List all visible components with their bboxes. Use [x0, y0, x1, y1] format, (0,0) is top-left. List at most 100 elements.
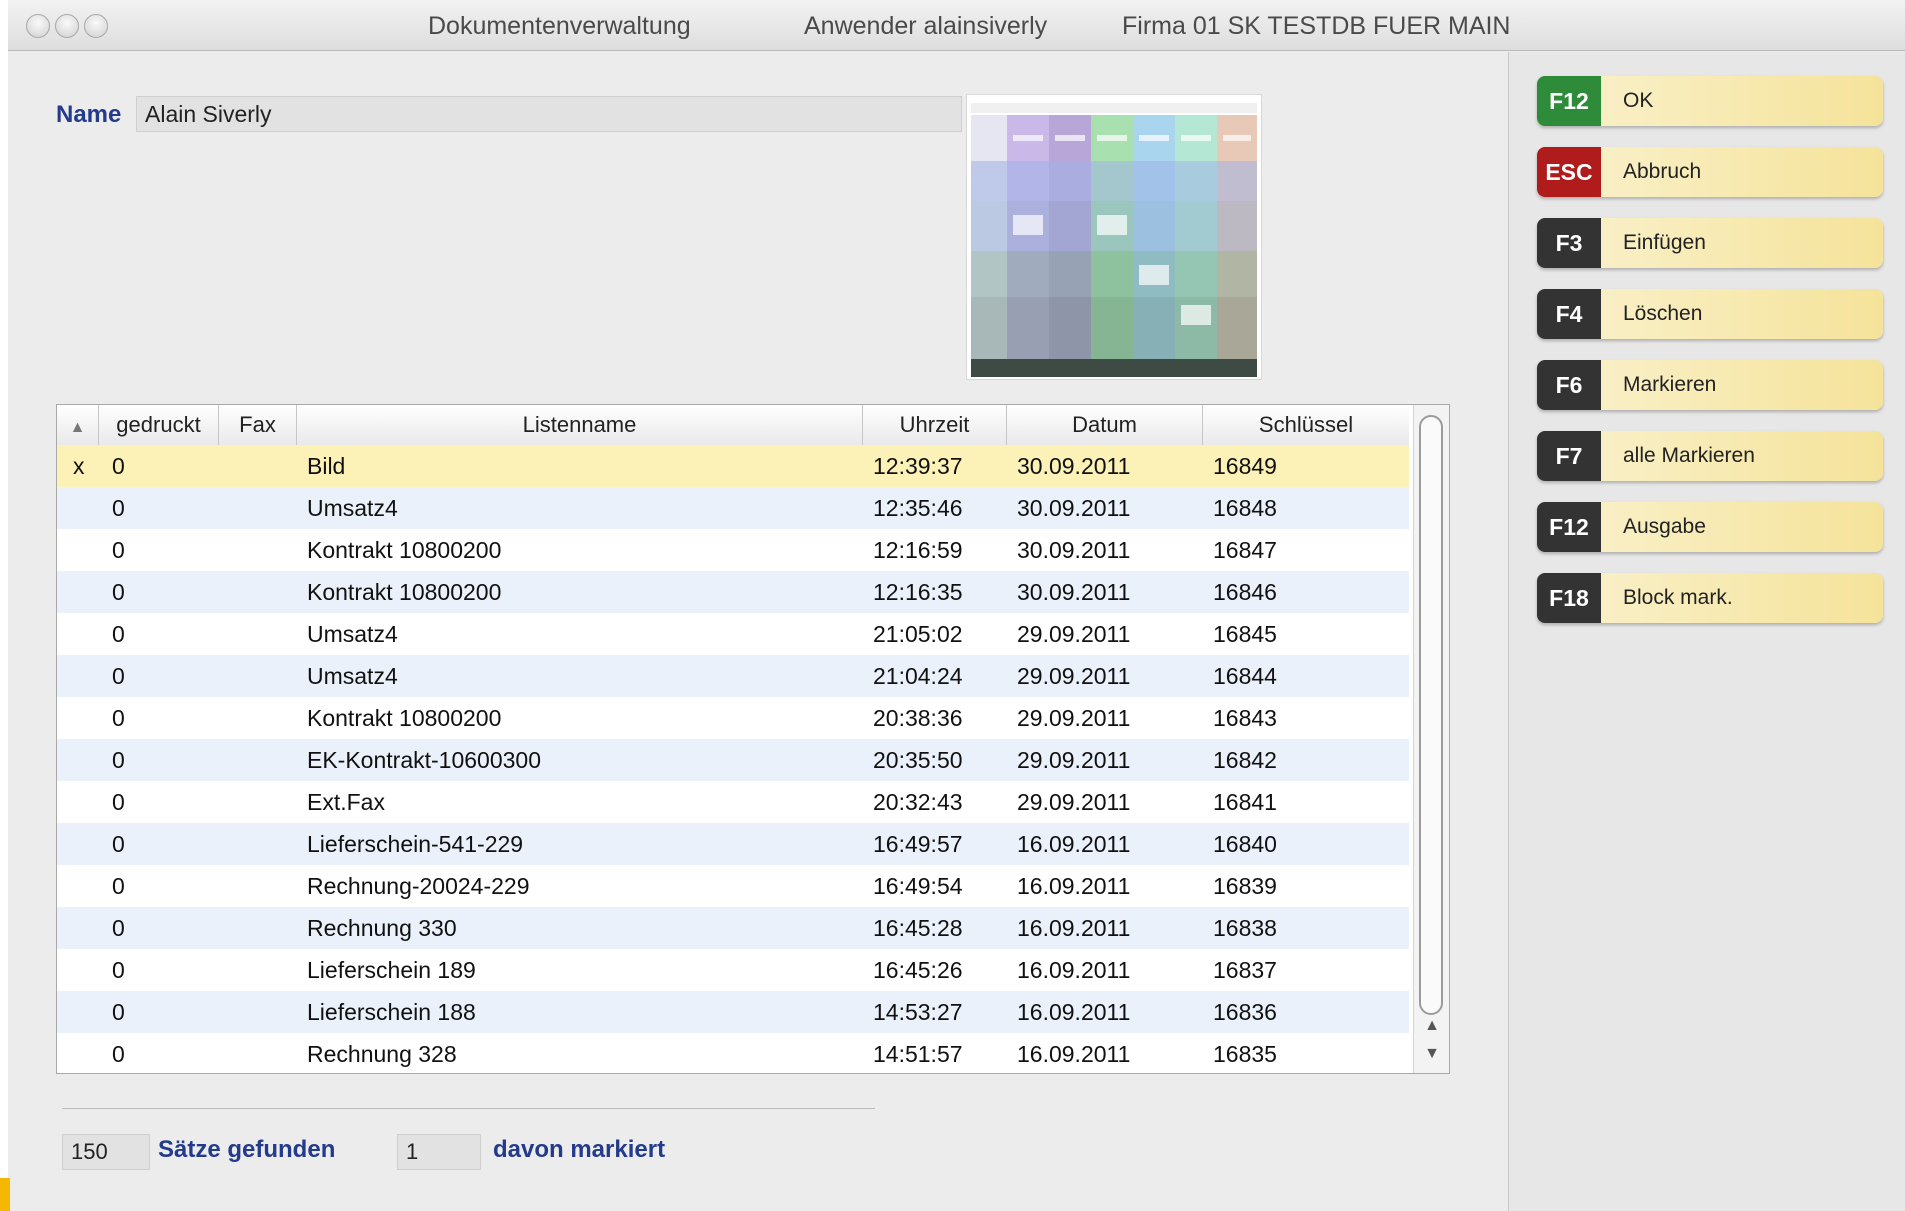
window-user: Anwender alainsiverly — [804, 12, 1048, 40]
name-field[interactable]: Alain Siverly — [136, 96, 962, 132]
cell-datum: 16.09.2011 — [1017, 1041, 1131, 1067]
function-button-alle-markieren[interactable]: F7 alle Markieren — [1537, 431, 1883, 481]
cell-uhrzeit: 21:04:24 — [873, 663, 963, 689]
table-row[interactable]: 0 Lieferschein 189 16:45:26 16.09.2011 16837 — [57, 949, 1409, 991]
scrollbar-thumb[interactable] — [1419, 415, 1443, 1015]
records-found-label: Sätze gefunden — [158, 1136, 336, 1163]
cell-listenname: Rechnung 330 — [307, 915, 457, 941]
table-row[interactable]: 0 Umsatz4 21:05:02 29.09.2011 16845 — [57, 613, 1409, 655]
col-header-datum[interactable]: Datum — [1007, 405, 1203, 445]
cell-datum: 29.09.2011 — [1017, 747, 1131, 773]
cell-uhrzeit: 20:35:50 — [873, 747, 963, 773]
table-row[interactable]: 0 EK-Kontrakt-10600300 20:35:50 29.09.2011 1… — [57, 739, 1409, 781]
function-button-markieren[interactable]: F6 Markieren — [1537, 360, 1883, 410]
cell-schluessel: 16838 — [1213, 915, 1277, 941]
table-row[interactable]: 0 Kontrakt 10800200 12:16:35 30.09.2011 1684… — [57, 571, 1409, 613]
cell-schluessel: 16835 — [1213, 1041, 1277, 1067]
cell-listenname: Lieferschein 188 — [307, 999, 476, 1025]
table-row[interactable]: 0 Lieferschein-541-229 16:49:57 16.09.2011 1… — [57, 823, 1409, 865]
records-marked-count: 1 — [397, 1134, 481, 1170]
zoom-window-button[interactable] — [84, 14, 108, 38]
cell-gedruckt: 0 — [112, 453, 125, 479]
records-found-count: 150 — [62, 1134, 150, 1170]
cell-schluessel: 16840 — [1213, 831, 1277, 857]
function-button-label: Block mark. — [1623, 586, 1733, 609]
table-row[interactable]: 0 Umsatz4 12:35:46 30.09.2011 16848 — [57, 487, 1409, 529]
corner-indicator — [0, 1178, 10, 1211]
cell-listenname: Lieferschein 189 — [307, 957, 476, 983]
cell-uhrzeit: 14:51:57 — [873, 1041, 963, 1067]
table-row[interactable]: 0 Umsatz4 21:04:24 29.09.2011 16844 — [57, 655, 1409, 697]
cell-listenname: Umsatz4 — [307, 663, 398, 689]
document-list-table[interactable]: ▲ gedruckt Fax Listenname Uhrzeit Datum … — [56, 404, 1450, 1074]
function-button-abbruch[interactable]: ESC Abbruch — [1537, 147, 1883, 197]
function-button-label: Einfügen — [1623, 231, 1706, 254]
document-preview-image[interactable] — [966, 94, 1262, 380]
cell-schluessel: 16845 — [1213, 621, 1277, 647]
cell-schluessel: 16836 — [1213, 999, 1277, 1025]
function-key-badge: F18 — [1537, 573, 1601, 623]
function-key-badge: F4 — [1537, 289, 1601, 339]
cell-gedruckt: 0 — [112, 705, 125, 731]
table-row[interactable]: 0 Lieferschein 188 14:53:27 16.09.2011 16836 — [57, 991, 1409, 1033]
scroll-down-arrow-icon[interactable]: ▼ — [1418, 1045, 1446, 1063]
cell-datum: 16.09.2011 — [1017, 915, 1131, 941]
cell-schluessel: 16842 — [1213, 747, 1277, 773]
desktop-edge — [0, 0, 8, 1211]
col-header-fax[interactable]: Fax — [219, 405, 297, 445]
function-button-löschen[interactable]: F4 Löschen — [1537, 289, 1883, 339]
function-button-label: Ausgabe — [1623, 515, 1706, 538]
cell-uhrzeit: 20:32:43 — [873, 789, 963, 815]
function-key-badge: F12 — [1537, 76, 1601, 126]
close-window-button[interactable] — [26, 14, 50, 38]
table-scrollbar[interactable]: ▲ ▼ — [1413, 405, 1449, 1073]
table-row[interactable]: 0 Rechnung 328 14:51:57 16.09.2011 16835 — [57, 1033, 1409, 1073]
cell-schluessel: 16848 — [1213, 495, 1277, 521]
cell-uhrzeit: 14:53:27 — [873, 999, 963, 1025]
function-button-block-mark[interactable]: F18 Block mark. — [1537, 573, 1883, 623]
table-row[interactable]: 0 Rechnung-20024-229 16:49:54 16.09.2011 168… — [57, 865, 1409, 907]
cell-uhrzeit: 16:49:57 — [873, 831, 963, 857]
cell-uhrzeit: 12:16:35 — [873, 579, 963, 605]
sort-column-header[interactable]: ▲ — [57, 405, 99, 445]
records-marked-label: davon markiert — [493, 1136, 666, 1163]
cell-gedruckt: 0 — [112, 495, 125, 521]
table-row[interactable]: x 0 Bild 12:39:37 30.09.2011 16849 — [57, 445, 1409, 487]
col-header-listenname[interactable]: Listenname — [297, 405, 863, 445]
cell-listenname: Lieferschein-541-229 — [307, 831, 524, 857]
cell-schluessel: 16849 — [1213, 453, 1277, 479]
cell-listenname: EK-Kontrakt-10600300 — [307, 747, 541, 773]
cell-listenname: Kontrakt 10800200 — [307, 537, 502, 563]
cell-datum: 16.09.2011 — [1017, 831, 1131, 857]
cell-gedruckt: 0 — [112, 957, 125, 983]
document-manager-window: Dokumentenverwaltung Anwender alainsiver… — [8, 0, 1905, 1211]
scroll-up-arrow-icon[interactable]: ▲ — [1418, 1017, 1446, 1035]
col-header-uhrzeit[interactable]: Uhrzeit — [863, 405, 1007, 445]
cell-datum: 30.09.2011 — [1017, 537, 1131, 563]
cell-uhrzeit: 16:49:54 — [873, 873, 963, 899]
cell-listenname: Bild — [307, 453, 346, 479]
cell-gedruckt: 0 — [112, 621, 125, 647]
minimize-window-button[interactable] — [55, 14, 79, 38]
col-header-gedruckt[interactable]: gedruckt — [99, 405, 219, 445]
cell-datum: 29.09.2011 — [1017, 705, 1131, 731]
function-button-ok[interactable]: F12 OK — [1537, 76, 1883, 126]
cell-uhrzeit: 16:45:28 — [873, 915, 963, 941]
cell-gedruckt: 0 — [112, 789, 125, 815]
function-button-ausgabe[interactable]: F12 Ausgabe — [1537, 502, 1883, 552]
function-button-label: Löschen — [1623, 302, 1703, 325]
cell-uhrzeit: 12:35:46 — [873, 495, 963, 521]
table-row[interactable]: 0 Kontrakt 10800200 20:38:36 29.09.2011 1684… — [57, 697, 1409, 739]
cell-gedruckt: 0 — [112, 999, 125, 1025]
cell-gedruckt: 0 — [112, 915, 125, 941]
col-header-schluessel[interactable]: Schlüssel — [1203, 405, 1409, 445]
table-row[interactable]: 0 Kontrakt 10800200 12:16:59 30.09.2011 1684… — [57, 529, 1409, 571]
table-row[interactable]: 0 Ext.Fax 20:32:43 29.09.2011 16841 — [57, 781, 1409, 823]
function-button-label: OK — [1623, 89, 1654, 112]
window-title: Dokumentenverwaltung — [428, 12, 691, 40]
function-button-einfügen[interactable]: F3 Einfügen — [1537, 218, 1883, 268]
table-row[interactable]: 0 Rechnung 330 16:45:28 16.09.2011 16838 — [57, 907, 1409, 949]
cell-listenname: Rechnung-20024-229 — [307, 873, 530, 899]
window-company: Firma 01 SK TESTDB FUER MAIN — [1122, 12, 1511, 40]
cell-listenname: Umsatz4 — [307, 495, 398, 521]
